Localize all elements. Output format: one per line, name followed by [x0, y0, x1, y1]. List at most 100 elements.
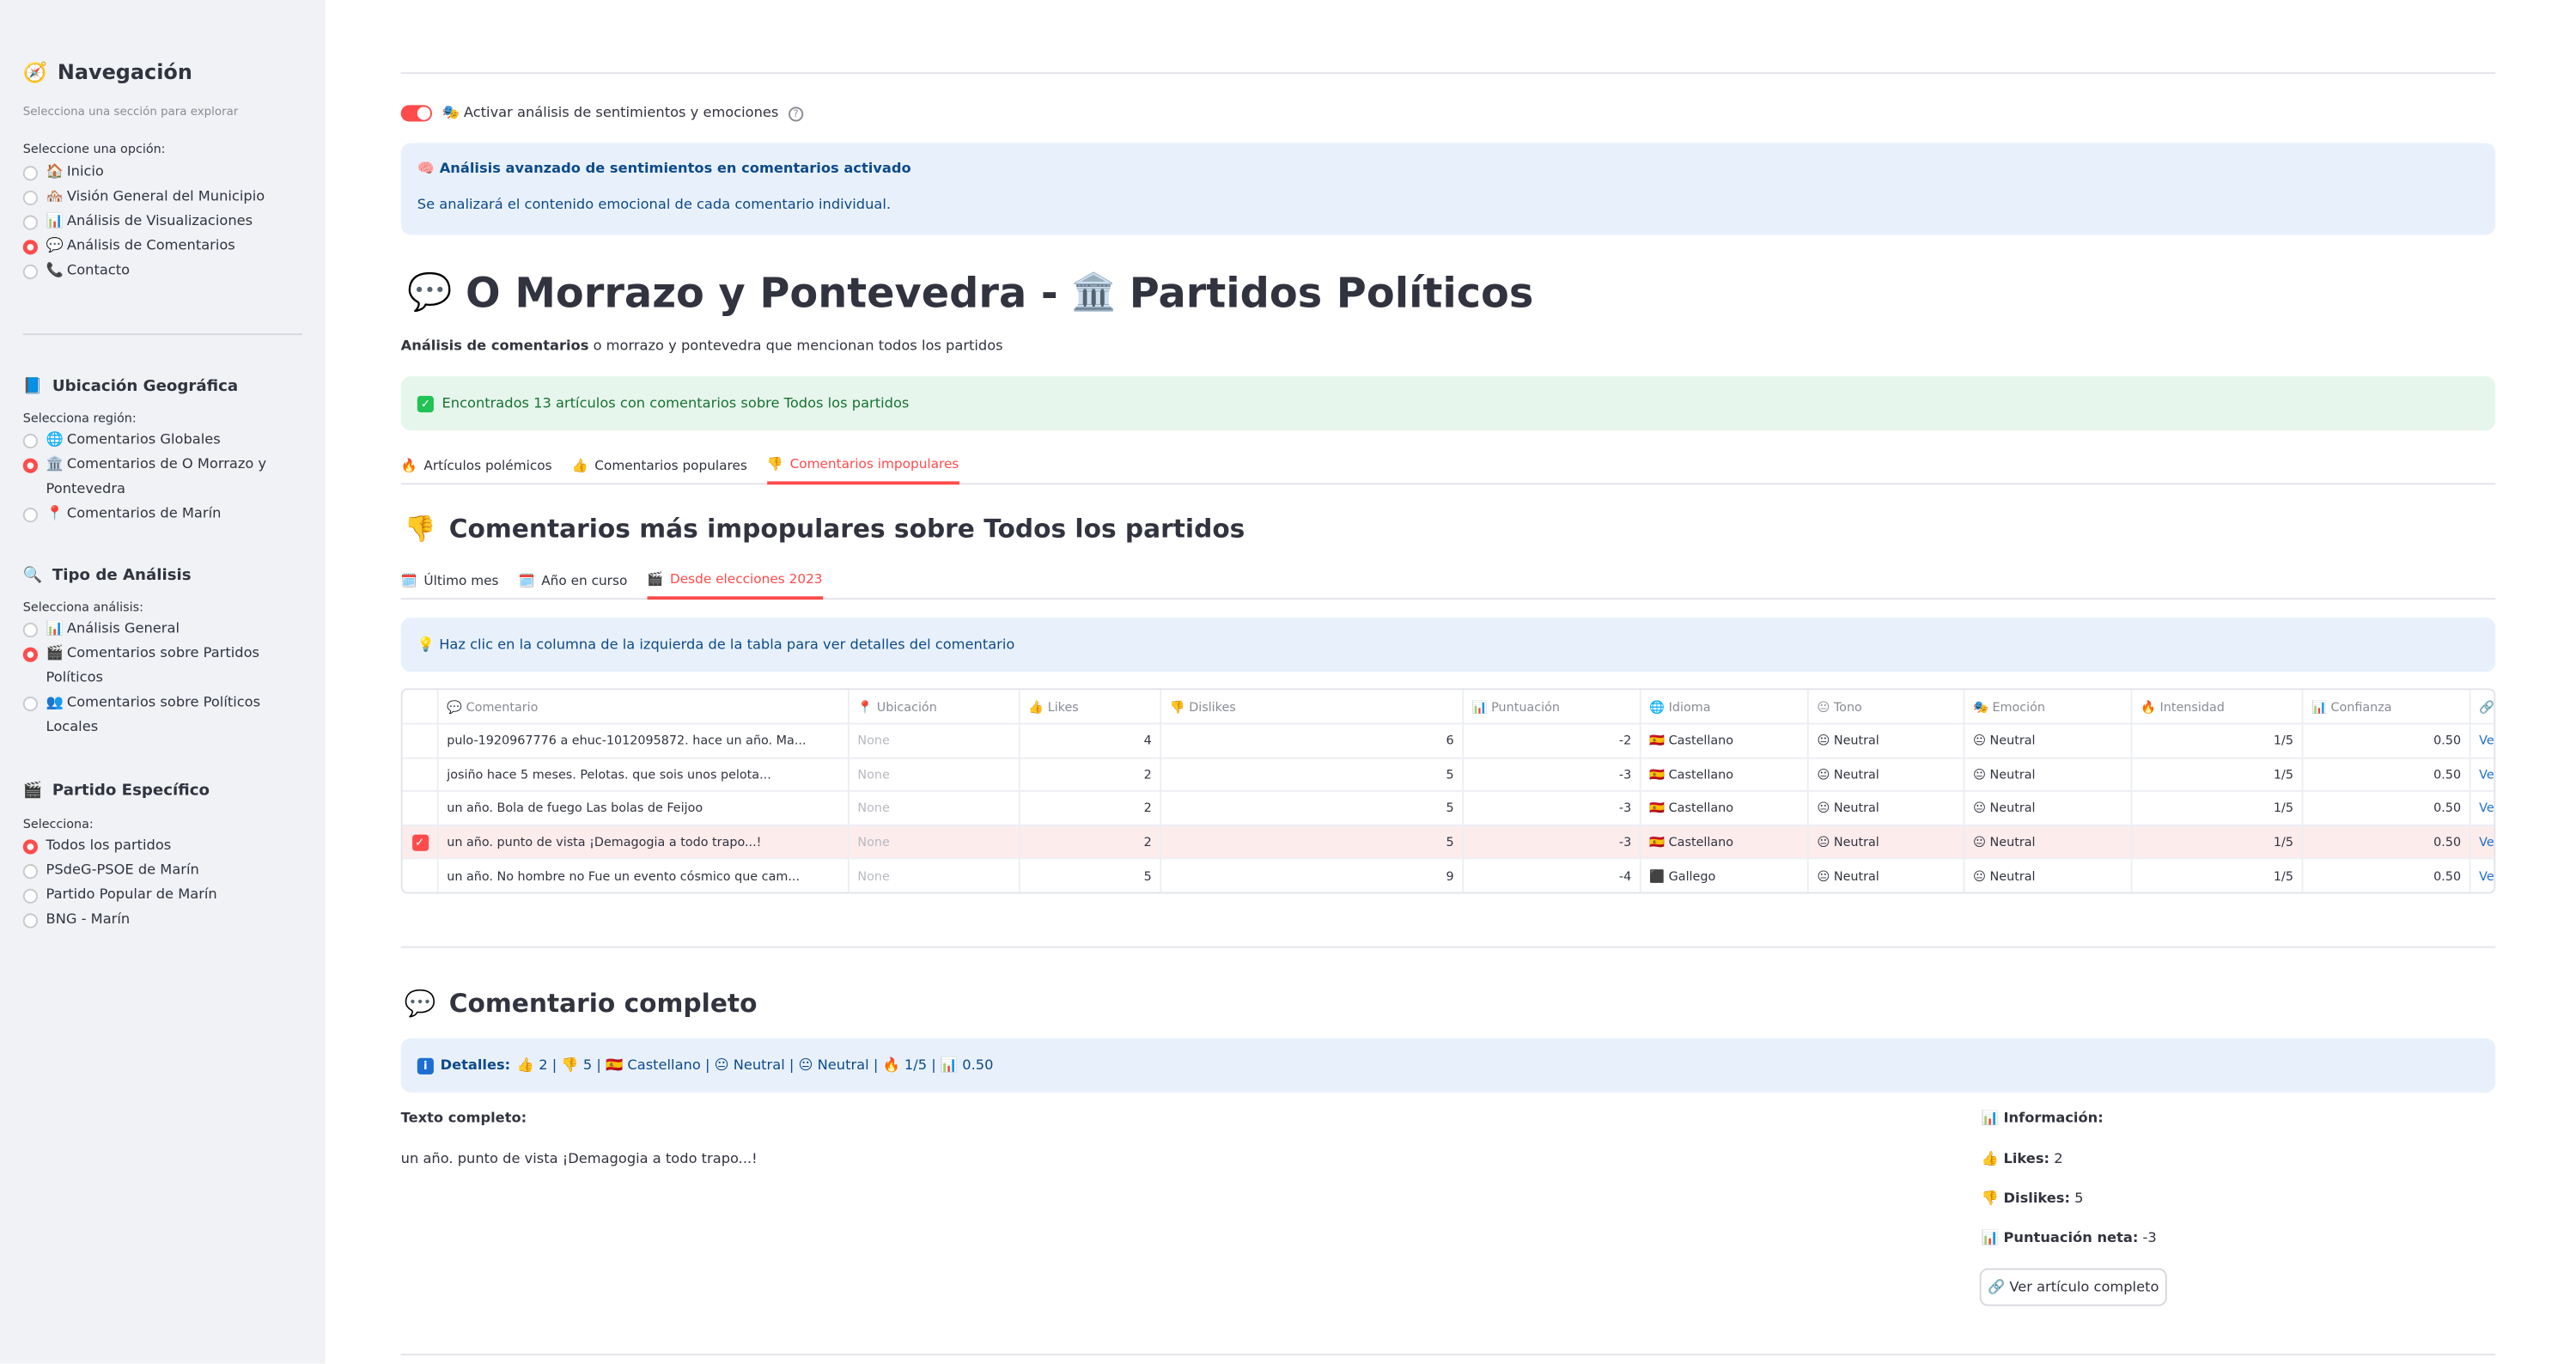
table-cell: 😐 Neutral — [1806, 758, 1964, 791]
radio-button[interactable] — [22, 839, 38, 855]
analysis-option[interactable]: 🎬 Comentarios sobre Partidos Políticos — [22, 642, 302, 691]
geo-option[interactable]: 📍 Comentarios de Marín — [22, 502, 302, 527]
nav-option[interactable]: 💬 Análisis de Comentarios — [22, 235, 302, 260]
article-link[interactable]: Ver — [2469, 758, 2494, 791]
full-text-label: Texto completo: — [400, 1110, 527, 1128]
column-header[interactable]: 👎 Dislikes — [1160, 690, 1462, 723]
table-cell: 😐 Neutral — [1963, 724, 2131, 757]
analysis-option[interactable]: 📊 Análisis General — [22, 618, 302, 642]
sidebar: 🧭 Navegación Selecciona una sección para… — [0, 0, 326, 1364]
party-option[interactable]: Todos los partidos — [22, 835, 302, 860]
article-link[interactable]: Ver — [2469, 860, 2494, 892]
geo-option[interactable]: 🌐 Comentarios Globales — [22, 429, 302, 454]
table-cell: un año. punto de vista ¡Demagogia a todo… — [436, 825, 848, 859]
column-header[interactable]: 👍 Likes — [1018, 690, 1160, 723]
geo-option[interactable]: 🏛️ Comentarios de O Morrazo y Pontevedra — [22, 454, 302, 502]
column-header[interactable]: 💬 Comentario — [436, 690, 848, 723]
nav-option[interactable]: 🏘️ Visión General del Municipio — [22, 186, 302, 210]
top-divider — [400, 72, 2496, 75]
column-header[interactable]: 📊 Confianza — [2301, 690, 2469, 723]
nav-option-label: Análisis de Visualizaciones — [66, 213, 253, 230]
radio-button[interactable] — [22, 240, 38, 255]
tab[interactable]: 👎 Comentarios impopulares — [766, 457, 959, 485]
table-cell: 0.50 — [2301, 758, 2469, 791]
column-header[interactable]: 🔥 Intensidad — [2130, 690, 2302, 723]
help-icon[interactable]: ? — [788, 106, 804, 121]
table-cell: un año. No hombre no Fue un evento cósmi… — [436, 860, 848, 892]
table-row[interactable]: pulo-1920967776 a ehuc-1012095872. hace … — [402, 722, 2494, 757]
tab[interactable]: 🔥 Artículos polémicos — [401, 457, 552, 484]
radio-button[interactable] — [22, 864, 38, 880]
table-row[interactable]: un año. Bola de fuego Las bolas de Feijo… — [402, 790, 2494, 825]
radio-button[interactable] — [22, 913, 38, 929]
comments-table: 💬 Comentario 📍 Ubicación 👍 Likes 👎 Dislikes… — [400, 688, 2496, 894]
full-comment-title: 💬 Comentario completo — [404, 989, 758, 1019]
table-cell: -2 — [1462, 724, 1640, 757]
option-emoji-icon: 🏠 — [46, 164, 64, 181]
article-link[interactable]: Ver — [2469, 792, 2494, 825]
radio-button[interactable] — [22, 696, 38, 712]
article-link[interactable]: Ver — [2469, 724, 2494, 757]
radio-button[interactable] — [22, 190, 38, 206]
party-option[interactable]: PSdeG-PSOE de Marín — [22, 859, 302, 884]
row-select-cell[interactable]: ✓ — [403, 826, 437, 858]
table-cell: 5 — [1018, 860, 1160, 892]
radio-button[interactable] — [22, 622, 38, 638]
nav-option-label: Inicio — [66, 164, 104, 181]
table-cell: 2 — [1018, 792, 1160, 825]
table-row[interactable]: josiño hace 5 meses. Pelotas. que sois u… — [402, 756, 2494, 791]
table-cell: 🇪🇸 Castellano — [1639, 792, 1807, 825]
radio-button[interactable] — [22, 647, 38, 662]
bottom-divider — [400, 1353, 2496, 1355]
radio-button[interactable] — [22, 507, 38, 523]
row-select-cell[interactable] — [403, 724, 437, 756]
row-select-cell[interactable] — [403, 792, 437, 824]
option-emoji-icon: 📊 — [46, 620, 64, 638]
row-select-cell[interactable] — [403, 860, 437, 892]
radio-button[interactable] — [22, 166, 38, 181]
party-option[interactable]: BNG - Marín — [22, 909, 302, 934]
view-article-button[interactable]: 🔗 Ver artículo completo — [1979, 1268, 2167, 1306]
table-row[interactable]: un año. No hombre no Fue un evento cósmi… — [402, 858, 2494, 892]
sentiment-toggle-row: 🎭 Activar análisis de sentimientos y emo… — [400, 105, 804, 122]
radio-button[interactable] — [22, 264, 38, 280]
row-select-cell[interactable] — [403, 758, 437, 790]
article-link[interactable]: Ver — [2469, 825, 2494, 859]
party-label: Selecciona: — [22, 816, 94, 831]
tab-label: Último mes — [423, 572, 499, 588]
radio-button[interactable] — [22, 215, 38, 230]
sentiment-toggle[interactable] — [400, 105, 433, 122]
column-header[interactable]: 📍 Ubicación — [847, 690, 1019, 723]
analysis-option-label: Análisis General — [66, 620, 180, 638]
table-cell: 0.50 — [2301, 825, 2469, 859]
radio-button[interactable] — [22, 888, 38, 904]
column-header[interactable]: 📊 Puntuación — [1462, 690, 1640, 723]
analysis-option[interactable]: 👥 Comentarios sobre Políticos Locales — [22, 691, 302, 740]
table-cell: 1/5 — [2130, 860, 2302, 892]
info-box-body: Se analizará el contenido emocional de c… — [417, 197, 892, 214]
radio-button[interactable] — [22, 433, 38, 449]
column-header[interactable]: 😐 Tono — [1806, 690, 1964, 723]
party-option[interactable]: Partido Popular de Marín — [22, 884, 302, 909]
page-subtitle: Análisis de comentarios o morrazo y pont… — [400, 338, 1003, 356]
nav-radio-group: 🏠 Inicio 🏘️ Visión General del Municipio 📊… — [22, 161, 302, 284]
check-icon: ✓ — [417, 394, 434, 412]
radio-button[interactable] — [22, 458, 38, 473]
checkbox-checked-icon[interactable]: ✓ — [411, 833, 429, 850]
tab[interactable]: 🎬 Desde elecciones 2023 — [647, 571, 823, 600]
tab[interactable]: 🗓️ Año en curso — [518, 572, 627, 599]
table-row[interactable]: ✓ un año. punto de vista ¡Demagogia a tod… — [402, 824, 2494, 859]
nav-option[interactable]: 📊 Análisis de Visualizaciones — [22, 210, 302, 235]
nav-option[interactable]: 📞 Contacto — [22, 259, 302, 284]
table-cell: 😐 Neutral — [1963, 792, 2131, 825]
section-divider — [400, 946, 2496, 948]
table-cell: 😐 Neutral — [1806, 724, 1964, 757]
nav-option[interactable]: 🏠 Inicio — [22, 161, 302, 186]
column-header[interactable]: 🔗 Artículo — [2469, 690, 2494, 723]
tab[interactable]: 👍 Comentarios populares — [572, 457, 747, 484]
tab-emoji-icon: 🎬 — [647, 571, 664, 587]
column-header[interactable]: 🌐 Idioma — [1639, 690, 1807, 723]
column-header[interactable]: 🎭 Emoción — [1963, 690, 2131, 723]
tab[interactable]: 🗓️ Último mes — [401, 572, 499, 599]
table-cell: 😐 Neutral — [1806, 792, 1964, 825]
